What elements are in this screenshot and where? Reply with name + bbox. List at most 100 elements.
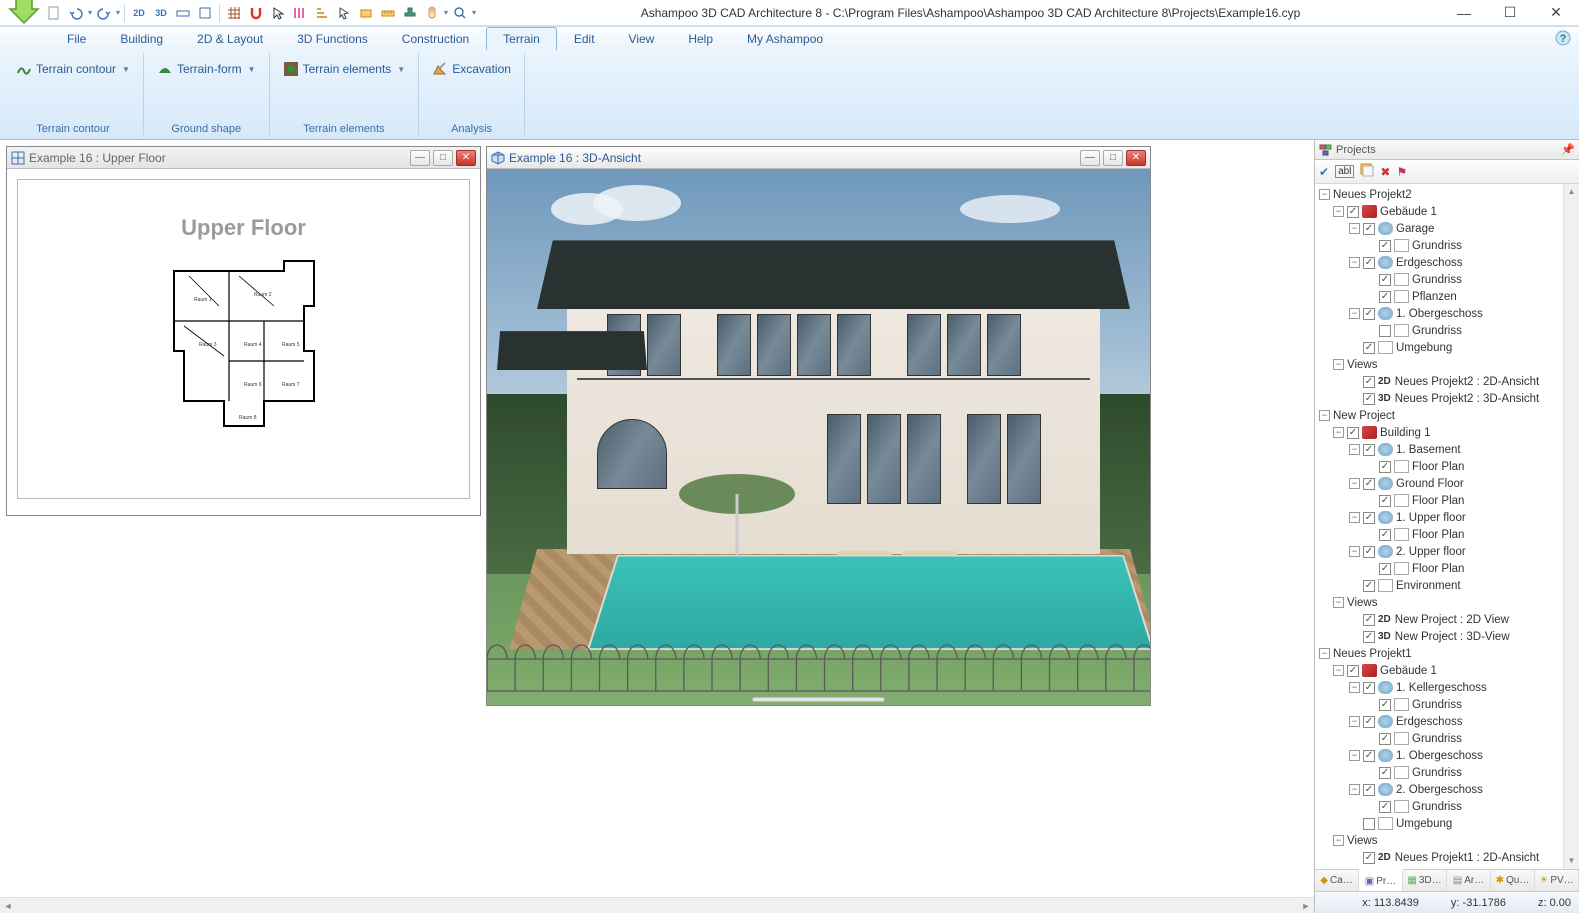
expand-icon[interactable]: −: [1349, 750, 1360, 761]
delete-icon[interactable]: ✖: [1380, 165, 1390, 179]
tree-row[interactable]: −Erdgeschoss: [1317, 254, 1579, 271]
tree-row[interactable]: −Building 1: [1317, 424, 1579, 441]
tree-checkbox[interactable]: [1379, 240, 1391, 252]
tree-checkbox[interactable]: [1363, 308, 1375, 320]
help-icon[interactable]: ?: [1555, 30, 1571, 49]
mdi-maximize-button[interactable]: □: [433, 150, 453, 166]
pin-icon[interactable]: 📌: [1561, 143, 1575, 156]
tree-row[interactable]: Pflanzen: [1317, 288, 1579, 305]
terrain-contour-button[interactable]: Terrain contour ▼: [9, 57, 137, 81]
tree-row[interactable]: 3DNeues Projekt1 : 3D-Ansicht: [1317, 866, 1579, 869]
terrain-form-button[interactable]: Terrain-form ▼: [150, 57, 263, 81]
tree-row[interactable]: Floor Plan: [1317, 458, 1579, 475]
qat-section-icon[interactable]: [173, 3, 193, 23]
mdi-maximize-button[interactable]: □: [1103, 150, 1123, 166]
qat-grid-icon[interactable]: [224, 3, 244, 23]
tree-row[interactable]: Grundriss: [1317, 764, 1579, 781]
tree-row[interactable]: −Gebäude 1: [1317, 662, 1579, 679]
expand-icon[interactable]: −: [1319, 648, 1330, 659]
tree-row[interactable]: Grundriss: [1317, 798, 1579, 815]
tree-checkbox[interactable]: [1379, 563, 1391, 575]
expand-icon[interactable]: −: [1349, 223, 1360, 234]
expand-icon[interactable]: −: [1333, 206, 1344, 217]
tab-ar[interactable]: ▤Ar…: [1447, 870, 1491, 891]
tree-row[interactable]: Umgebung: [1317, 339, 1579, 356]
qat-cursor-icon[interactable]: [268, 3, 288, 23]
tree-row[interactable]: Environment: [1317, 577, 1579, 594]
expand-icon[interactable]: −: [1349, 784, 1360, 795]
tab-projects[interactable]: ▣Pr…: [1359, 869, 1403, 891]
excavation-button[interactable]: Excavation: [425, 57, 518, 81]
qat-redo-icon[interactable]: [94, 3, 114, 23]
qat-select-icon[interactable]: [334, 3, 354, 23]
tree-checkbox[interactable]: [1347, 665, 1359, 677]
tree-checkbox[interactable]: [1363, 682, 1375, 694]
terrain-elements-button[interactable]: Terrain elements ▼: [276, 57, 413, 81]
tree-checkbox[interactable]: [1379, 274, 1391, 286]
minimize-button[interactable]: —: [1441, 0, 1487, 26]
maximize-button[interactable]: ☐: [1487, 0, 1533, 26]
tree-row[interactable]: 2DNeues Projekt2 : 2D-Ansicht: [1317, 373, 1579, 390]
tree-row[interactable]: −2. Upper floor: [1317, 543, 1579, 560]
check-icon[interactable]: ✔: [1319, 165, 1329, 179]
expand-icon[interactable]: −: [1319, 410, 1330, 421]
qat-stamp-icon[interactable]: [400, 3, 420, 23]
qat-undo-icon[interactable]: [66, 3, 86, 23]
tree-row[interactable]: Umgebung: [1317, 815, 1579, 832]
tab-qu[interactable]: ✱Qu…: [1491, 870, 1535, 891]
menu-file[interactable]: File: [50, 27, 103, 50]
tree-checkbox[interactable]: [1363, 444, 1375, 456]
expand-icon[interactable]: −: [1333, 665, 1344, 676]
tree-checkbox[interactable]: [1363, 546, 1375, 558]
qat-guide-icon[interactable]: [356, 3, 376, 23]
tab-catalog[interactable]: ◆Ca…: [1315, 870, 1359, 891]
tree-checkbox[interactable]: [1379, 801, 1391, 813]
qat-dimension-icon[interactable]: [290, 3, 310, 23]
tree-row[interactable]: −Views: [1317, 356, 1579, 373]
tree-row[interactable]: −Garage: [1317, 220, 1579, 237]
menu-terrain[interactable]: Terrain: [486, 27, 557, 50]
menu-3d-functions[interactable]: 3D Functions: [280, 27, 385, 50]
tree-checkbox[interactable]: [1363, 478, 1375, 490]
tree-row[interactable]: −Views: [1317, 832, 1579, 849]
tab-pv[interactable]: ☀PV…: [1535, 870, 1579, 891]
tree-row[interactable]: 3DNeues Projekt2 : 3D-Ansicht: [1317, 390, 1579, 407]
layers-icon[interactable]: [1360, 163, 1374, 180]
expand-icon[interactable]: −: [1349, 546, 1360, 557]
tree-row[interactable]: 2DNeues Projekt1 : 2D-Ansicht: [1317, 849, 1579, 866]
tree-row[interactable]: −1. Upper floor: [1317, 509, 1579, 526]
mdi-minimize-button[interactable]: —: [410, 150, 430, 166]
expand-icon[interactable]: −: [1349, 682, 1360, 693]
tree-checkbox[interactable]: [1379, 529, 1391, 541]
menu-construction[interactable]: Construction: [385, 27, 486, 50]
qat-search-icon[interactable]: [450, 3, 470, 23]
mdi-3d-viewport[interactable]: [487, 169, 1150, 705]
tree-checkbox[interactable]: [1347, 427, 1359, 439]
tree-row[interactable]: 2DNew Project : 2D View: [1317, 611, 1579, 628]
tree-checkbox[interactable]: [1379, 699, 1391, 711]
qat-3d-icon[interactable]: 3D: [151, 3, 171, 23]
tree-row[interactable]: −1. Obergeschoss: [1317, 747, 1579, 764]
tree-row[interactable]: Floor Plan: [1317, 492, 1579, 509]
tree-row[interactable]: −Ground Floor: [1317, 475, 1579, 492]
tree-checkbox[interactable]: [1363, 750, 1375, 762]
qat-2d-icon[interactable]: 2D: [129, 3, 149, 23]
projects-tree[interactable]: −Neues Projekt2−Gebäude 1−GarageGrundris…: [1315, 184, 1579, 869]
tree-scrollbar[interactable]: [1563, 184, 1579, 869]
expand-icon[interactable]: −: [1333, 835, 1344, 846]
mdi-close-button[interactable]: ✕: [1126, 150, 1146, 166]
tree-row[interactable]: −New Project: [1317, 407, 1579, 424]
qat-elevation-icon[interactable]: [195, 3, 215, 23]
menu-2d-layout[interactable]: 2D & Layout: [180, 27, 280, 50]
tree-row[interactable]: Grundriss: [1317, 322, 1579, 339]
expand-icon[interactable]: −: [1349, 257, 1360, 268]
tree-checkbox[interactable]: [1347, 206, 1359, 218]
tree-checkbox[interactable]: [1379, 291, 1391, 303]
tree-checkbox[interactable]: [1363, 614, 1375, 626]
expand-icon[interactable]: −: [1333, 597, 1344, 608]
tree-checkbox[interactable]: [1363, 631, 1375, 643]
qat-new-icon[interactable]: [44, 3, 64, 23]
tree-row[interactable]: Grundriss: [1317, 696, 1579, 713]
tree-checkbox[interactable]: [1363, 852, 1375, 864]
tree-checkbox[interactable]: [1363, 784, 1375, 796]
